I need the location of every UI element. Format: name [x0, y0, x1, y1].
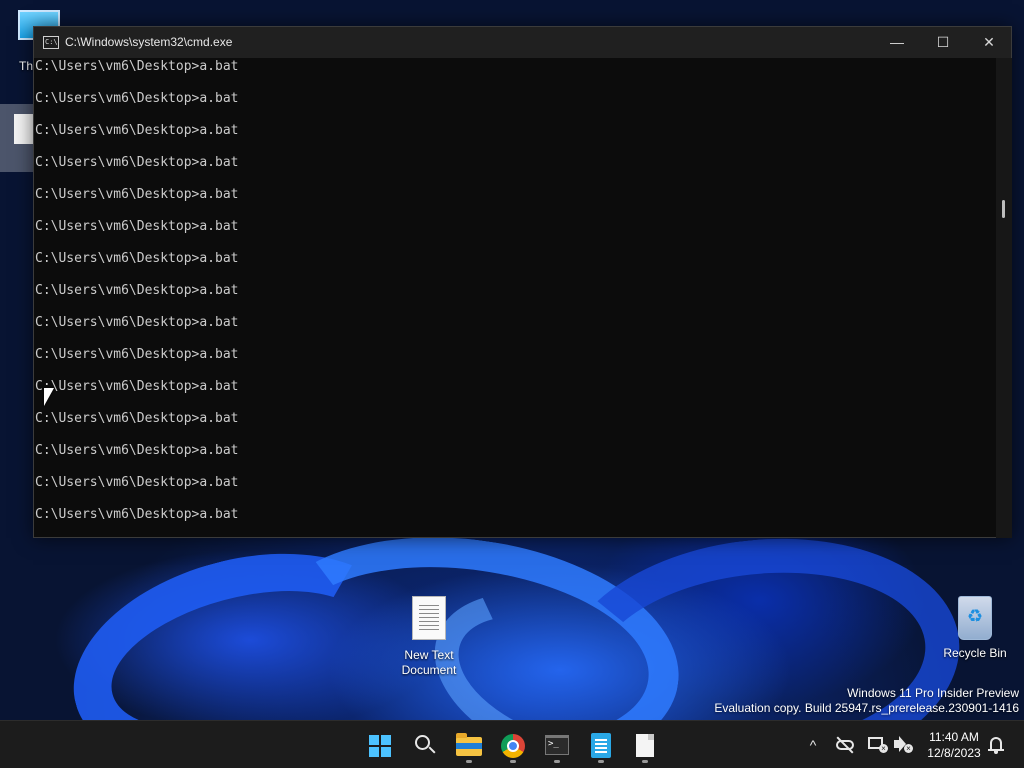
taskbar: >_ ^ × × 11:40 AM 12/8/2023 [0, 720, 1024, 768]
console-line: C:\Users\vm6\Desktop>a.bat [35, 315, 239, 330]
console-line: C:\Users\vm6\Desktop>a.bat [35, 347, 239, 362]
desktop-icon-selected[interactable] [0, 104, 34, 172]
desktop-icon-label: Document [401, 663, 457, 677]
console-line: C:\Users\vm6\Desktop>a.bat [35, 91, 239, 106]
recycle-bin-icon: ♻ [958, 596, 992, 640]
terminal-icon: >_ [545, 735, 569, 755]
console-line: C:\Users\vm6\Desktop>a.bat [35, 219, 239, 234]
window-title: C:\Windows\system32\cmd.exe [65, 35, 233, 49]
running-indicator [598, 760, 604, 763]
taskbar-clock[interactable]: 11:40 AM 12/8/2023 [918, 729, 990, 768]
console-line: C:\Users\vm6\Desktop>a.bat [35, 187, 239, 202]
text-document-icon [412, 596, 446, 640]
onedrive-offline-icon[interactable] [834, 735, 856, 754]
watermark-line: Evaluation copy. Build 25947.rs_prerelea… [714, 701, 1019, 715]
taskbar-terminal[interactable]: >_ [541, 729, 573, 763]
running-indicator [554, 760, 560, 763]
scrollbar-thumb[interactable] [1002, 200, 1005, 218]
taskbar-text-file[interactable] [629, 729, 661, 763]
search-button[interactable] [409, 729, 441, 761]
mouse-pointer-icon [44, 388, 54, 406]
desktop-icon-label: Th [19, 59, 34, 73]
taskbar-notepad[interactable] [585, 729, 617, 763]
running-indicator [510, 760, 516, 763]
volume-muted-icon[interactable]: × [892, 735, 914, 755]
network-disconnected-icon[interactable]: × [866, 735, 888, 755]
console-line: C:\Users\vm6\Desktop>a.bat [35, 59, 239, 74]
console-line: C:\Users\vm6\Desktop>a.bat [35, 379, 239, 394]
watermark-line: Windows 11 Pro Insider Preview [847, 686, 1019, 700]
show-hidden-icons-chevron-icon[interactable]: ^ [804, 733, 822, 757]
cmd-app-icon: C:\ [43, 36, 59, 49]
taskbar-chrome[interactable] [497, 729, 529, 763]
text-file-icon [636, 734, 654, 757]
windows-logo-icon [369, 735, 391, 757]
desktop-icon-recycle-bin[interactable]: ♻ Recycle Bin [940, 596, 1010, 661]
console-line: C:\Users\vm6\Desktop>a.bat [35, 155, 239, 170]
vertical-scrollbar[interactable] [996, 58, 1012, 538]
clock-time: 11:40 AM [929, 730, 979, 744]
cmd-window[interactable]: C:\ C:\Windows\system32\cmd.exe — ☐ ✕ C:… [33, 26, 1012, 538]
desktop-icon-new-text-document[interactable]: New Text Document [392, 596, 466, 678]
console-line: C:\Users\vm6\Desktop>a.bat [35, 251, 239, 266]
clock-date: 12/8/2023 [927, 746, 981, 760]
console-line: C:\Users\vm6\Desktop>a.bat [35, 123, 239, 138]
taskbar-file-explorer[interactable] [453, 729, 485, 763]
console-output[interactable]: C:\Users\vm6\Desktop>a.bat C:\Users\vm6\… [34, 58, 996, 538]
document-icon [14, 114, 34, 144]
start-button[interactable] [364, 729, 396, 761]
folder-icon [456, 733, 482, 756]
desktop-icon-label: New Text [404, 648, 454, 662]
console-line: C:\Users\vm6\Desktop>a.bat [35, 475, 239, 490]
notepad-icon [591, 733, 611, 758]
console-line: C:\Users\vm6\Desktop>a.bat [35, 507, 239, 522]
console-line: C:\Users\vm6\Desktop>a.bat [35, 411, 239, 426]
console-line: C:\Users\vm6\Desktop>a.bat [35, 283, 239, 298]
console-line: C:\Users\vm6\Desktop>a.bat [35, 443, 239, 458]
notification-bell-icon[interactable] [986, 735, 1006, 755]
desktop-icon-label: Recycle Bin [943, 646, 1007, 660]
maximize-button[interactable]: ☐ [920, 27, 966, 58]
minimize-button[interactable]: — [874, 27, 920, 58]
window-titlebar[interactable]: C:\ C:\Windows\system32\cmd.exe — ☐ ✕ [34, 27, 1011, 58]
running-indicator [642, 760, 648, 763]
running-indicator [466, 760, 472, 763]
close-button[interactable]: ✕ [966, 27, 1012, 58]
chrome-icon [501, 734, 525, 758]
windows-watermark: Windows 11 Pro Insider Preview Evaluatio… [714, 686, 1019, 716]
